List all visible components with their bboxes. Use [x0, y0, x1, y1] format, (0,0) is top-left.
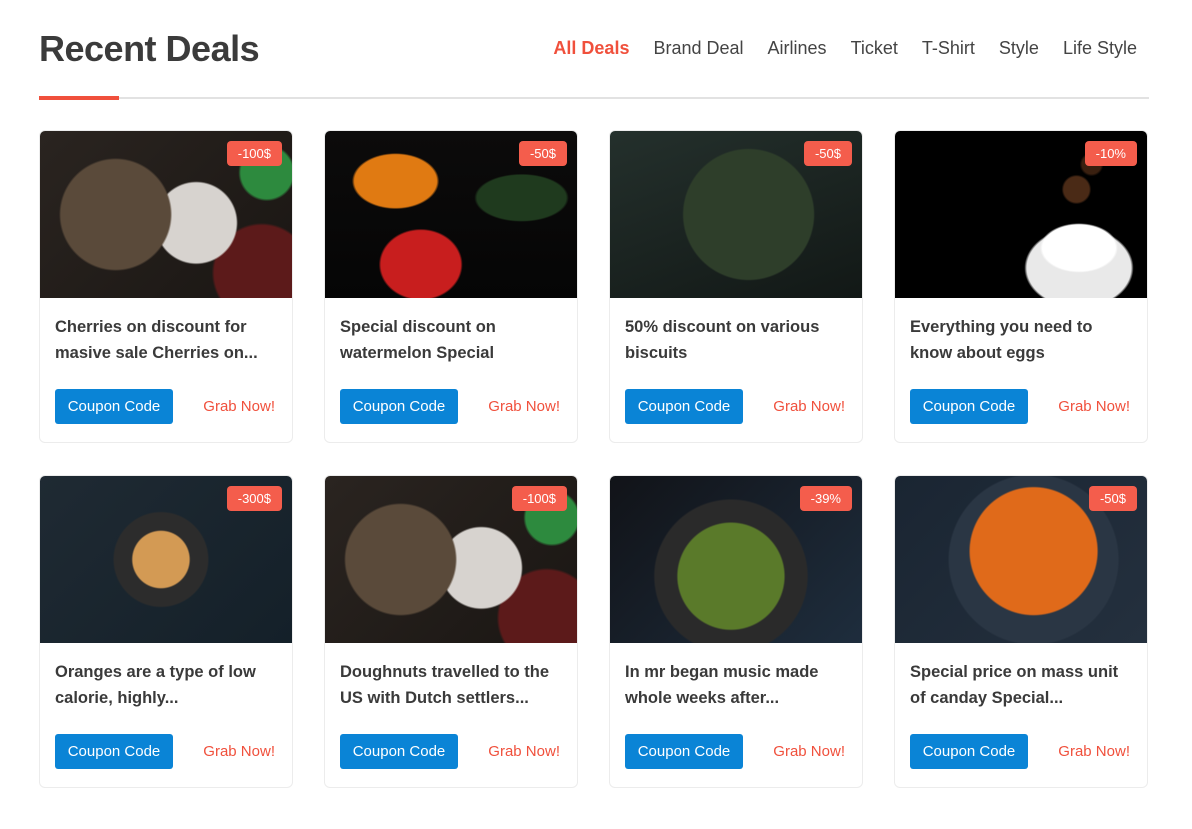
header-divider-accent	[39, 96, 119, 100]
deal-title[interactable]: Everything you need to know about eggs	[910, 314, 1136, 366]
grab-now-link[interactable]: Grab Now!	[1058, 398, 1130, 415]
deal-card: -100$ Cherries on discount for masive sa…	[39, 130, 293, 443]
discount-badge: -100$	[511, 486, 567, 511]
deal-image[interactable]: -100$	[40, 131, 292, 298]
deal-title[interactable]: Special discount on watermelon Special	[340, 314, 566, 366]
deal-image[interactable]: -39%	[610, 476, 862, 643]
deal-card: -100$ Doughnuts travelled to the US with…	[324, 475, 578, 788]
nav-item-airlines[interactable]: Airlines	[768, 38, 827, 59]
deal-title[interactable]: Doughnuts travelled to the US with Dutch…	[340, 659, 566, 711]
grab-now-link[interactable]: Grab Now!	[488, 398, 560, 415]
coupon-code-button[interactable]: Coupon Code	[625, 734, 743, 769]
coupon-code-button[interactable]: Coupon Code	[340, 734, 458, 769]
grab-now-link[interactable]: Grab Now!	[488, 743, 560, 760]
deal-image[interactable]: -300$	[40, 476, 292, 643]
coupon-code-button[interactable]: Coupon Code	[55, 734, 173, 769]
nav-item-t-shirt[interactable]: T-Shirt	[922, 38, 975, 59]
discount-badge: -100$	[226, 141, 282, 166]
coupon-code-button[interactable]: Coupon Code	[55, 389, 173, 424]
discount-badge: -300$	[226, 486, 282, 511]
coupon-code-button[interactable]: Coupon Code	[340, 389, 458, 424]
discount-badge: -50$	[1088, 486, 1137, 511]
grab-now-link[interactable]: Grab Now!	[203, 743, 275, 760]
coupon-code-button[interactable]: Coupon Code	[910, 734, 1028, 769]
coupon-code-button[interactable]: Coupon Code	[625, 389, 743, 424]
deal-title[interactable]: In mr began music made whole weeks after…	[625, 659, 851, 711]
grab-now-link[interactable]: Grab Now!	[1058, 743, 1130, 760]
nav-item-brand-deal[interactable]: Brand Deal	[653, 38, 743, 59]
coupon-code-button[interactable]: Coupon Code	[910, 389, 1028, 424]
deal-card: -50$ Special price on mass unit of canda…	[894, 475, 1148, 788]
discount-badge: -10%	[1084, 141, 1137, 166]
page-title: Recent Deals	[39, 28, 260, 69]
deal-title[interactable]: Cherries on discount for masive sale Che…	[55, 314, 281, 366]
deal-title[interactable]: Oranges are a type of low calorie, highl…	[55, 659, 281, 711]
nav-item-all-deals[interactable]: All Deals	[553, 38, 629, 59]
deal-card: -10% Everything you need to know about e…	[894, 130, 1148, 443]
deal-image[interactable]: -50$	[895, 476, 1147, 643]
deals-grid: -100$ Cherries on discount for masive sa…	[39, 130, 1149, 788]
category-nav: All Deals Brand Deal Airlines Ticket T-S…	[529, 38, 1137, 59]
grab-now-link[interactable]: Grab Now!	[773, 743, 845, 760]
discount-badge: -50$	[803, 141, 852, 166]
deal-card: -50$ Special discount on watermelon Spec…	[324, 130, 578, 443]
deal-card: -50$ 50% discount on various biscuits Co…	[609, 130, 863, 443]
grab-now-link[interactable]: Grab Now!	[773, 398, 845, 415]
deal-card: -39% In mr began music made whole weeks …	[609, 475, 863, 788]
deal-title[interactable]: 50% discount on various biscuits	[625, 314, 851, 366]
deal-image[interactable]: -50$	[325, 131, 577, 298]
grab-now-link[interactable]: Grab Now!	[203, 398, 275, 415]
nav-item-life-style[interactable]: Life Style	[1063, 38, 1137, 59]
nav-item-style[interactable]: Style	[999, 38, 1039, 59]
deal-image[interactable]: -100$	[325, 476, 577, 643]
deal-title[interactable]: Special price on mass unit of canday Spe…	[910, 659, 1136, 711]
deal-image[interactable]: -50$	[610, 131, 862, 298]
nav-item-ticket[interactable]: Ticket	[851, 38, 898, 59]
discount-badge: -50$	[518, 141, 567, 166]
deal-card: -300$ Oranges are a type of low calorie,…	[39, 475, 293, 788]
deals-header: Recent Deals All Deals Brand Deal Airlin…	[39, 0, 1149, 100]
deal-image[interactable]: -10%	[895, 131, 1147, 298]
header-divider	[39, 97, 1149, 99]
discount-badge: -39%	[799, 486, 852, 511]
